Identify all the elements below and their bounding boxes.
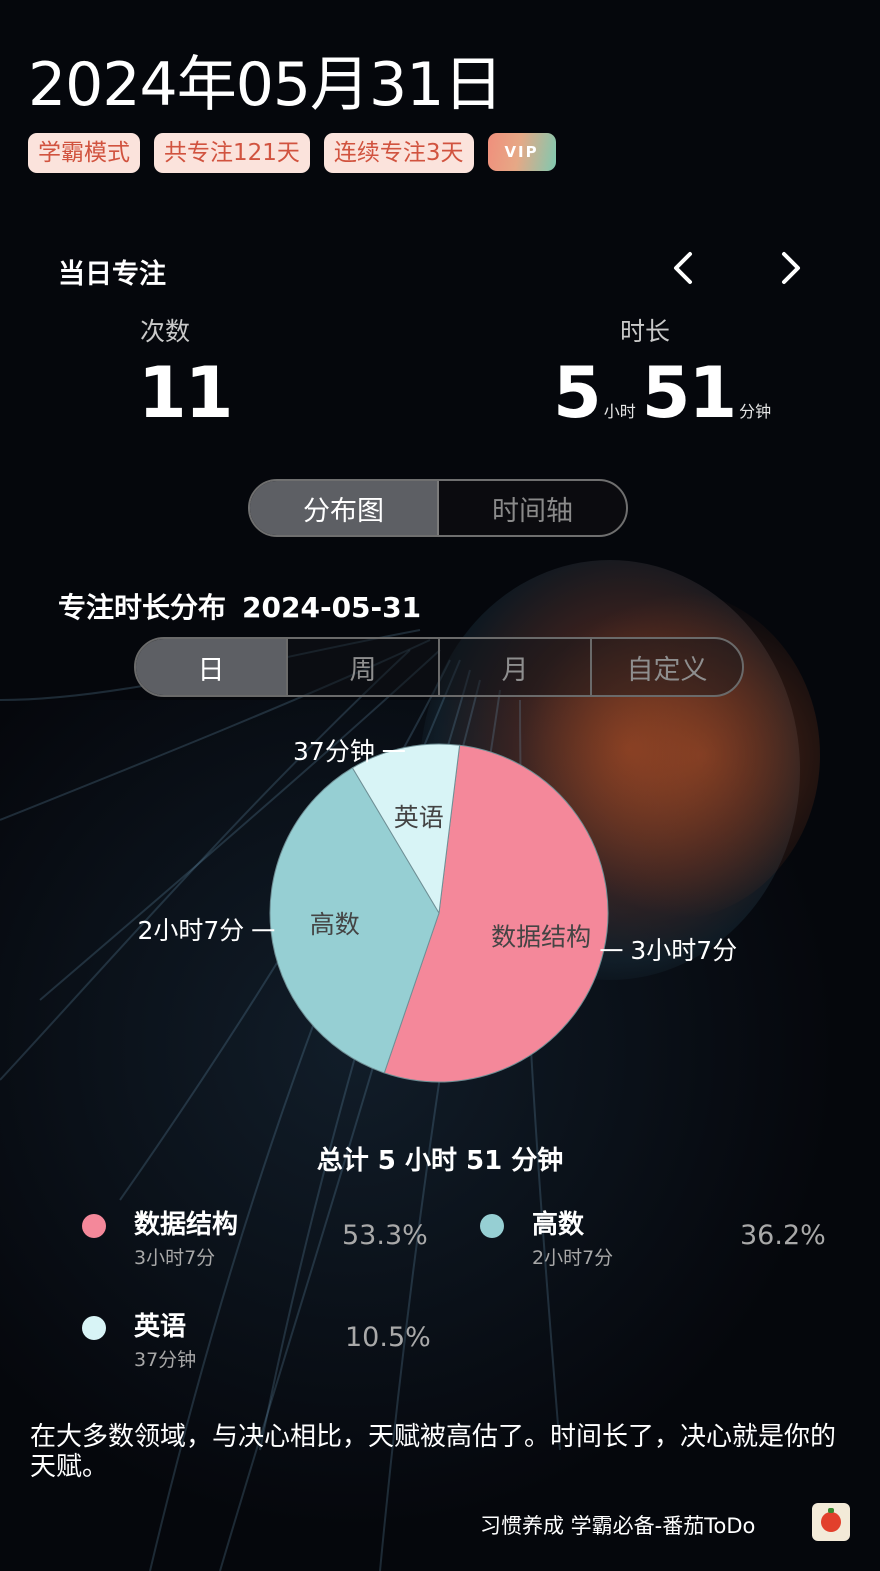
tab-distribution[interactable]: 分布图 [250, 481, 439, 535]
motivational-quote: 在大多数领域，与决心相比，天赋被高估了。时间长了，决心就是你的天赋。 [30, 1422, 837, 1482]
total-duration: 总计 5 小时 51 分钟 [316, 1146, 564, 1176]
legend-dot [480, 1214, 504, 1238]
range-switch: 日 周 月 自定义 [134, 637, 744, 697]
tab-custom[interactable]: 自定义 [590, 639, 742, 695]
legend-name: 高数 [532, 1210, 585, 1240]
pie-slice-label: 高数 [310, 910, 360, 939]
legend-percent: 10.5% [345, 1322, 431, 1353]
chevron-left-icon [674, 252, 692, 284]
vip-badge[interactable]: VIP [487, 133, 556, 171]
page-date: 2024年05月31日 [28, 50, 503, 120]
distribution-date: 2024-05-31 [242, 591, 422, 624]
legend-duration: 3小时7分 [134, 1247, 216, 1269]
view-switch: 分布图 时间轴 [248, 479, 628, 537]
legend-percent: 36.2% [740, 1220, 826, 1251]
prev-day-button[interactable] [664, 248, 704, 288]
app-slogan: 习惯养成 学霸必备-番茄ToDo [480, 1514, 756, 1538]
distribution-title: 专注时长分布 2024-05-31 [58, 586, 421, 626]
tab-day[interactable]: 日 [136, 639, 286, 695]
legend-item: 数据结构 3小时7分 [82, 1204, 238, 1270]
chevron-right-icon [782, 252, 800, 284]
legend-item: 英语 37分钟 [82, 1306, 196, 1372]
count-label: 次数 [140, 317, 191, 346]
tag-mode[interactable]: 学霸模式 [28, 133, 140, 173]
next-day-button[interactable] [770, 248, 810, 288]
count-value: 11 [138, 352, 233, 434]
minutes-unit: 分钟 [739, 402, 772, 421]
legend-dot [82, 1214, 106, 1238]
legend-name: 数据结构 [134, 1210, 239, 1240]
pie-chart: 数据结构 3小时7分 高数 2小时7分 英语 37分钟 [137, 737, 737, 1083]
app-logo [812, 1503, 850, 1541]
pie-slice-label: 英语 [394, 803, 444, 832]
legend-name: 英语 [134, 1312, 187, 1342]
tag-streak[interactable]: 连续专注3天 [323, 133, 474, 173]
distribution-title-text: 专注时长分布 [58, 591, 227, 624]
tab-timeline[interactable]: 时间轴 [439, 481, 626, 535]
tab-week[interactable]: 周 [286, 639, 438, 695]
legend-percent: 53.3% [342, 1220, 428, 1251]
hours-unit: 小时 [603, 402, 636, 421]
duration-hours: 5 [553, 352, 602, 434]
tomato-icon [821, 1508, 841, 1532]
daily-focus-title: 当日专注 [58, 259, 166, 290]
tab-month[interactable]: 月 [438, 639, 590, 695]
legend-dot [82, 1316, 106, 1340]
pie-value-label: 2小时7分 [137, 916, 244, 945]
tag-row: 学霸模式 共专注121天 连续专注3天 VIP [28, 133, 556, 173]
tag-total-days[interactable]: 共专注121天 [154, 133, 310, 173]
duration-label: 时长 [620, 317, 671, 346]
legend-item: 高数 2小时7分 [480, 1204, 613, 1270]
duration-minutes: 51 [641, 352, 737, 434]
pie-value-label: 37分钟 [293, 737, 375, 766]
legend-duration: 37分钟 [134, 1349, 197, 1371]
pie-slice-label: 数据结构 [491, 922, 591, 951]
legend-duration: 2小时7分 [532, 1247, 614, 1269]
pie-value-label: 3小时7分 [630, 936, 737, 965]
duration-value: 5 小时 51 分钟 [553, 352, 777, 434]
